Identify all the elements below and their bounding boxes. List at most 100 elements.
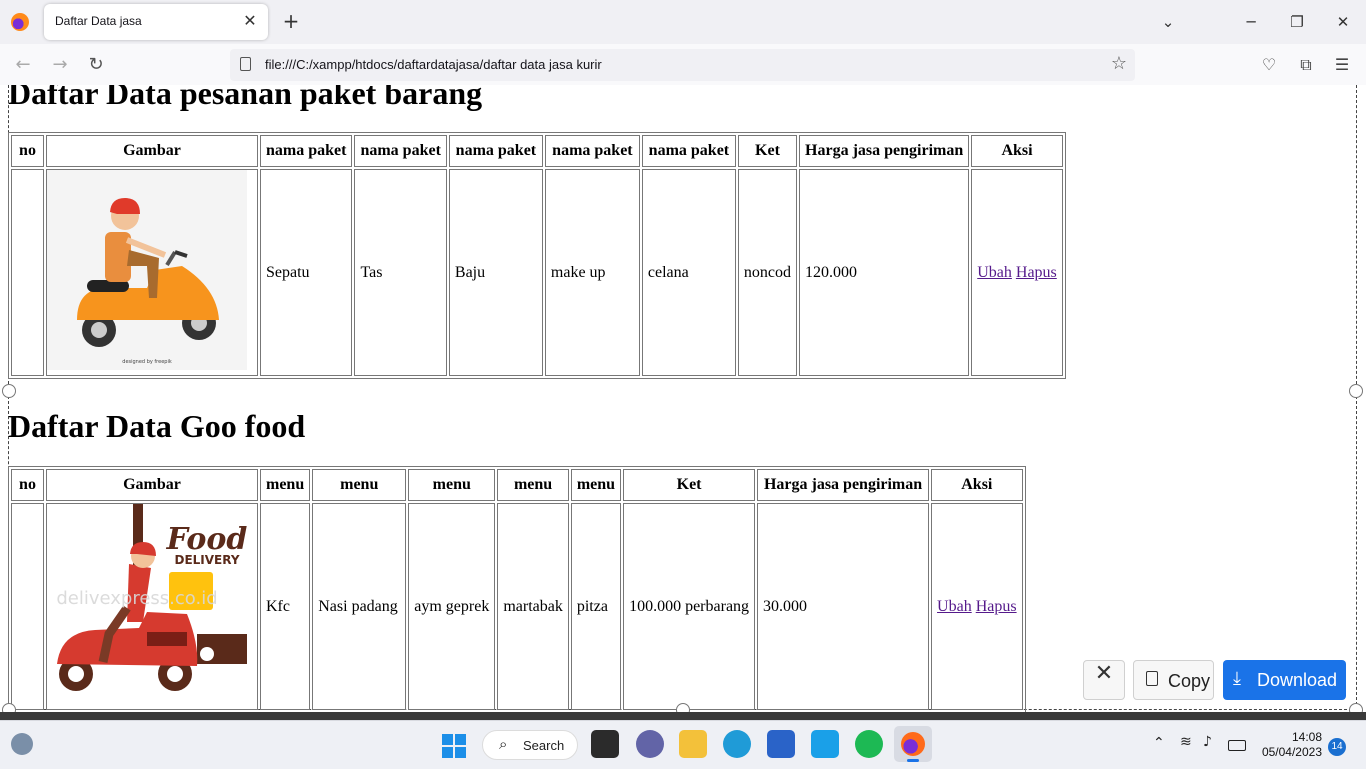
wifi-icon[interactable]: ≋ [1180, 734, 1192, 750]
hapus-link[interactable]: Hapus [976, 598, 1017, 615]
delivery-logo-text: DELIVERY [174, 553, 239, 567]
selection-handle[interactable] [1349, 384, 1363, 398]
cell-item: Nasi padang [312, 503, 407, 710]
cell-item: celana [641, 169, 736, 376]
table-row: Food DELIVERY delivexpress.co.id Kfc Nas… [11, 503, 1023, 710]
section-title-goofood: Daftar Data Goo food [8, 408, 306, 444]
taskbar-clock[interactable]: 14:08 05/04/2023 [1262, 730, 1322, 760]
task-view-icon[interactable] [591, 730, 619, 758]
ubah-link[interactable]: Ubah [937, 598, 972, 615]
col-header-gambar: Gambar [46, 469, 258, 501]
copy-button[interactable]: Copy [1133, 660, 1214, 700]
taskbar: ⌕ Search ⌃ ≋ ♪ 14:08 05/04/2023 14 [0, 720, 1366, 769]
col-header-nama-paket: nama paket [260, 135, 353, 167]
new-tab-icon[interactable]: + [280, 10, 302, 32]
window-close-icon[interactable]: ✕ [1328, 10, 1358, 34]
spotify-icon[interactable] [855, 730, 883, 758]
app-l-icon[interactable] [811, 730, 839, 758]
restore-icon[interactable]: ❐ [1282, 10, 1312, 34]
col-header-menu: menu [260, 469, 311, 501]
reload-icon[interactable]: ↻ [83, 52, 109, 78]
address-bar[interactable]: file:///C:/xampp/htdocs/daftardatajasa/d… [230, 49, 1135, 81]
cell-item: Baju [448, 169, 543, 376]
download-label: Download [1257, 670, 1338, 690]
clock-date: 05/04/2023 [1261, 745, 1322, 759]
url-text[interactable]: file:///C:/xampp/htdocs/daftardatajasa/d… [265, 57, 602, 72]
col-header-harga: Harga jasa pengiriman [799, 135, 970, 167]
col-header-nama-paket: nama paket [448, 135, 543, 167]
cell-harga: 120.000 [799, 169, 970, 376]
back-icon[interactable]: ← [10, 52, 36, 78]
cell-aksi: Ubah Hapus [971, 169, 1063, 376]
firefox-taskbar-button[interactable] [894, 726, 932, 762]
selection-handle[interactable] [2, 384, 16, 398]
image-watermark: delivexpress.co.id [56, 588, 217, 609]
start-button-icon[interactable] [442, 734, 466, 758]
nav-toolbar: ← → ↻ file:///C:/xampp/htdocs/daftardata… [0, 44, 1366, 86]
col-header-aksi: Aksi [931, 469, 1023, 501]
volume-icon[interactable]: ♪ [1203, 734, 1212, 750]
table-goofood: no Gambar menu menu menu menu menu Ket H… [8, 466, 1026, 712]
chat-icon[interactable] [636, 730, 664, 758]
tab-active[interactable]: Daftar Data jasa ✕ [44, 4, 268, 40]
cell-item: make up [544, 169, 640, 376]
pocket-icon[interactable]: ♡ [1258, 54, 1280, 76]
col-header-menu: menu [497, 469, 569, 501]
app-menu-icon[interactable]: ☰ [1331, 54, 1353, 76]
cell-item: aym geprek [408, 503, 496, 710]
col-header-menu: menu [408, 469, 496, 501]
cell-item: Kfc [260, 503, 311, 710]
firefox-menu-icon[interactable] [11, 13, 29, 31]
battery-icon[interactable] [1228, 740, 1246, 751]
cancel-screenshot-icon[interactable]: ✕ [1083, 660, 1125, 700]
active-indicator [907, 759, 919, 762]
page-icon [240, 57, 251, 71]
image-caption: designed by freepik [122, 359, 172, 365]
tab-strip: Daftar Data jasa ✕ + ⌄ ─ ❐ ✕ [0, 0, 1366, 44]
col-header-harga: Harga jasa pengiriman [757, 469, 930, 501]
table-row: designed by freepik Sepatu Tas Baju make… [11, 169, 1063, 376]
file-explorer-icon[interactable] [679, 730, 707, 758]
cell-gambar: designed by freepik [46, 169, 258, 376]
courier-scooter-image: designed by freepik [47, 170, 247, 370]
page-viewport: Daftar Data pesanan paket barang no Gamb… [0, 85, 1366, 712]
download-button[interactable]: ⤓ Download [1223, 660, 1346, 700]
col-header-menu: menu [570, 469, 622, 501]
forward-icon[interactable]: → [47, 52, 73, 78]
tab-title: Daftar Data jasa [55, 14, 142, 28]
bookmark-star-icon[interactable]: ☆ [1111, 53, 1127, 74]
minimize-icon[interactable]: ─ [1236, 10, 1266, 34]
cell-item: martabak [497, 503, 569, 710]
col-header-nama-paket: nama paket [354, 135, 447, 167]
search-icon: ⌕ [499, 735, 508, 753]
table-header-row: no Gambar menu menu menu menu menu Ket H… [11, 469, 1023, 501]
download-icon: ⤓ [1233, 668, 1241, 689]
taskbar-search[interactable]: ⌕ Search [482, 730, 578, 760]
hapus-link[interactable]: Hapus [1016, 264, 1057, 281]
section-title-paket: Daftar Data pesanan paket barang [8, 85, 483, 111]
edge-icon[interactable] [723, 730, 751, 758]
extensions-icon[interactable]: ⧉ [1295, 54, 1317, 76]
microsoft-store-icon[interactable] [767, 730, 795, 758]
selection-handle[interactable] [676, 703, 690, 712]
table-header-row: no Gambar nama paket nama paket nama pak… [11, 135, 1063, 167]
notification-badge[interactable]: 14 [1328, 738, 1346, 756]
col-header-ket: Ket [623, 469, 756, 501]
weather-widget-icon[interactable] [11, 733, 33, 755]
window-bottom-border [0, 712, 1366, 720]
col-header-nama-paket: nama paket [544, 135, 640, 167]
chevron-up-icon[interactable]: ⌃ [1153, 735, 1165, 751]
copy-icon [1146, 671, 1158, 686]
col-header-no: no [11, 469, 44, 501]
cell-harga: 30.000 [757, 503, 930, 710]
selection-handle[interactable] [1349, 703, 1363, 712]
col-header-gambar: Gambar [46, 135, 258, 167]
cell-item: Tas [354, 169, 447, 376]
list-all-tabs-icon[interactable]: ⌄ [1153, 10, 1183, 34]
food-delivery-image: Food DELIVERY delivexpress.co.id [47, 504, 247, 704]
tab-close-icon[interactable]: ✕ [240, 11, 260, 31]
selection-handle[interactable] [2, 703, 16, 712]
col-header-ket: Ket [737, 135, 798, 167]
cell-aksi: Ubah Hapus [931, 503, 1023, 710]
ubah-link[interactable]: Ubah [977, 264, 1012, 281]
